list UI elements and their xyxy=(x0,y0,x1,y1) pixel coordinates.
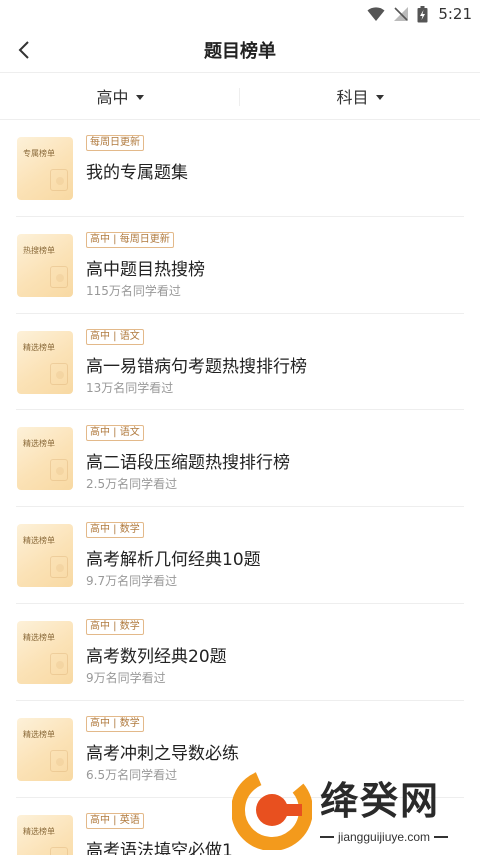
item-title: 高考数列经典20题 xyxy=(86,646,227,667)
cover-label: 精选榜单 xyxy=(23,439,55,449)
list-item[interactable]: 精选榜单 高中 | 语文 高二语段压缩题热搜排行榜 2.5万名同学看过 xyxy=(0,410,480,508)
item-tag: 高中 | 语文 xyxy=(86,328,144,345)
subject-filter-dropdown[interactable]: 科目 xyxy=(240,73,480,119)
item-view-count: 2.5万名同学看过 xyxy=(86,477,178,492)
cover-label: 精选榜单 xyxy=(23,342,55,352)
item-title: 高一易错病句考题热搜排行榜 xyxy=(86,356,307,377)
filter-bar: 高中 科目 xyxy=(0,72,480,120)
list-cover: 热搜榜单 xyxy=(17,233,73,297)
item-title: 高考解析几何经典10题 xyxy=(86,550,261,571)
item-view-count: 115万名同学看过 xyxy=(86,283,181,298)
grade-filter-label: 高中 xyxy=(96,88,129,107)
item-title: 高考冲刺之导数必练 xyxy=(86,743,239,764)
cover-decoration xyxy=(56,757,64,766)
cover-decoration xyxy=(56,370,64,379)
item-title: 高考语法填空必做1 xyxy=(86,840,233,855)
cover-decoration xyxy=(56,273,64,282)
status-icons: 5:21 xyxy=(367,4,472,24)
cover-label: 热搜榜单 xyxy=(23,245,55,255)
list-item[interactable]: 精选榜单 高中 | 英语 高考语法填空必做1 xyxy=(0,798,480,855)
item-tag: 高中 | 数学 xyxy=(86,522,144,539)
subject-filter-label: 科目 xyxy=(336,88,369,107)
battery-charging-icon xyxy=(417,5,428,22)
item-view-count: 9.7万名同学看过 xyxy=(86,574,178,589)
no-signal-icon xyxy=(394,7,409,21)
item-tag: 高中 | 数学 xyxy=(86,618,144,635)
list-item[interactable]: 专属榜单 每周日更新 我的专属题集 xyxy=(0,120,480,217)
list-cover: 精选榜单 xyxy=(17,814,73,855)
item-view-count: 6.5万名同学看过 xyxy=(86,767,178,782)
list-cover: 精选榜单 xyxy=(17,717,73,781)
cover-decoration xyxy=(50,846,68,855)
item-view-count: 13万名同学看过 xyxy=(86,380,174,395)
list-cover: 精选榜单 xyxy=(17,330,73,394)
list-cover: 专属榜单 xyxy=(17,137,73,200)
nav-bar: 题目榜单 xyxy=(0,28,480,72)
item-title: 我的专属题集 xyxy=(86,163,188,183)
item-view-count: 9万名同学看过 xyxy=(86,670,166,685)
list-item[interactable]: 精选榜单 高中 | 数学 高考冲刺之导数必练 6.5万名同学看过 xyxy=(0,701,480,798)
item-tag: 高中 | 语文 xyxy=(86,425,144,442)
item-tag: 高中 | 英语 xyxy=(86,812,144,829)
list-item[interactable]: 精选榜单 高中 | 数学 高考数列经典20题 9万名同学看过 xyxy=(0,604,480,701)
item-title: 高中题目热搜榜 xyxy=(86,259,205,280)
cover-label: 精选榜单 xyxy=(23,729,55,739)
status-bar: 5:21 xyxy=(0,0,480,28)
cover-decoration xyxy=(56,660,64,669)
cover-label: 精选榜单 xyxy=(23,826,55,836)
ranking-list: 专属榜单 每周日更新 我的专属题集 热搜榜单 高中 | 每周日更新 高中题目热搜… xyxy=(0,120,480,855)
cover-label: 精选榜单 xyxy=(23,632,55,642)
cover-label: 精选榜单 xyxy=(23,536,55,546)
caret-down-icon xyxy=(135,94,144,100)
list-cover: 精选榜单 xyxy=(17,427,73,491)
list-cover: 精选榜单 xyxy=(17,620,73,684)
list-cover: 精选榜单 xyxy=(17,524,73,588)
item-tag: 高中 | 数学 xyxy=(86,715,144,732)
item-title: 高二语段压缩题热搜排行榜 xyxy=(86,453,290,474)
caret-down-icon xyxy=(375,94,384,100)
cover-label: 专属榜单 xyxy=(23,149,55,158)
grade-filter-dropdown[interactable]: 高中 xyxy=(0,73,240,119)
list-item[interactable]: 精选榜单 高中 | 语文 高一易错病句考题热搜排行榜 13万名同学看过 xyxy=(0,314,480,411)
item-tag: 每周日更新 xyxy=(86,135,144,151)
list-item[interactable]: 热搜榜单 高中 | 每周日更新 高中题目热搜榜 115万名同学看过 xyxy=(0,217,480,314)
item-tag: 高中 | 每周日更新 xyxy=(86,231,174,248)
list-item[interactable]: 精选榜单 高中 | 数学 高考解析几何经典10题 9.7万名同学看过 xyxy=(0,507,480,604)
cover-decoration xyxy=(56,177,64,185)
wifi-icon xyxy=(367,7,385,21)
status-time: 5:21 xyxy=(438,5,472,23)
page-title: 题目榜单 xyxy=(204,41,276,62)
